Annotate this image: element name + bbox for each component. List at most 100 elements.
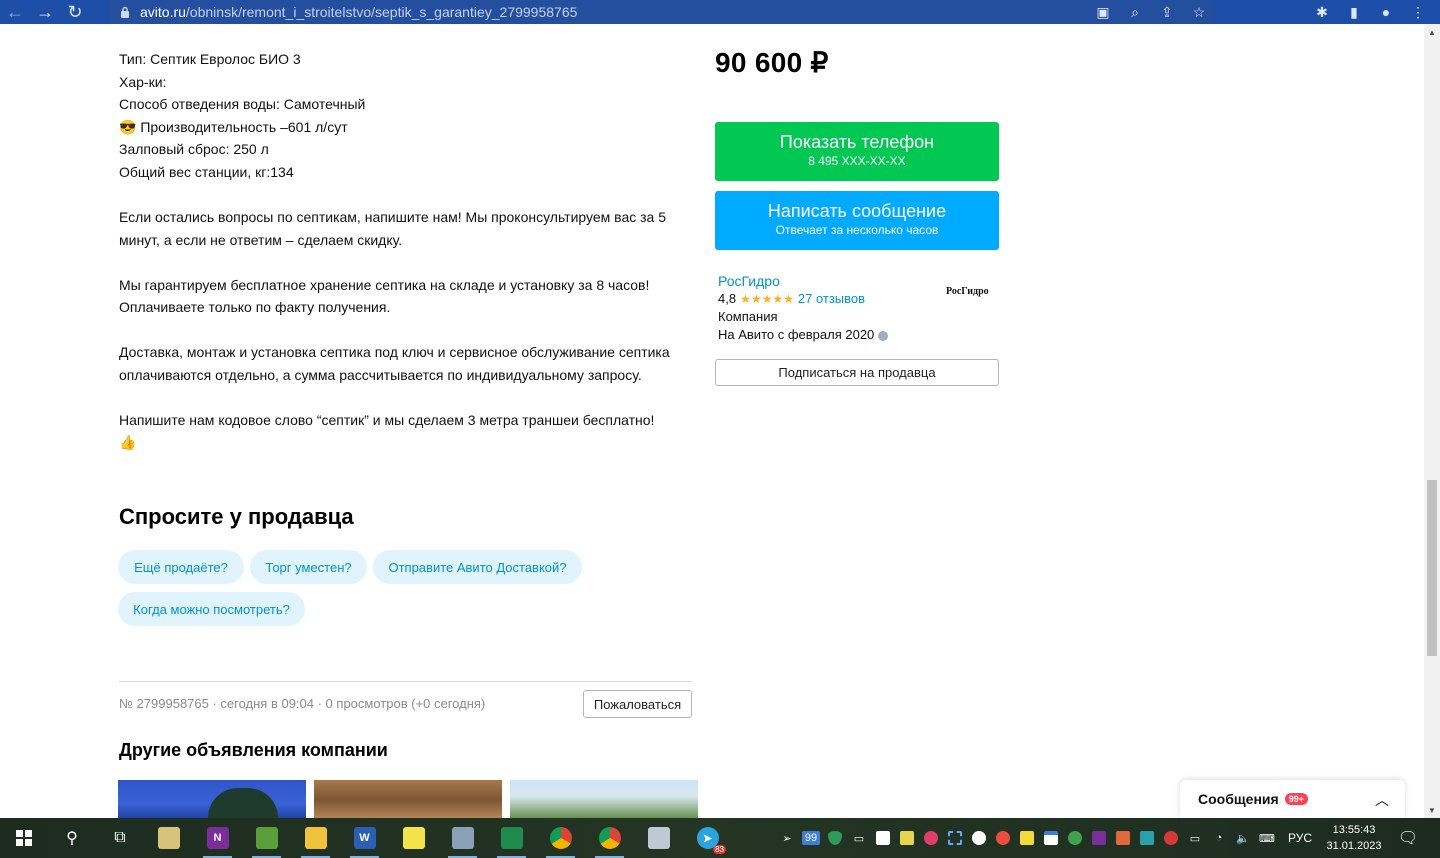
- tray-counter: 99: [801, 831, 821, 845]
- scroll-up-arrow-icon[interactable]: ▲: [1424, 28, 1440, 38]
- reload-icon[interactable]: ↻: [60, 0, 90, 24]
- notes-tray-icon[interactable]: [1015, 818, 1039, 858]
- antivirus-tray-icon[interactable]: [1159, 818, 1183, 858]
- page-scrollbar[interactable]: ▲ ▼: [1424, 24, 1440, 818]
- show-phone-button[interactable]: Показать телефон 8 495 XXX-XX-XX: [715, 122, 999, 181]
- side-panel-icon[interactable]: ▮: [1338, 0, 1370, 24]
- response-time: Отвечает за несколько часов: [775, 223, 939, 237]
- volume-icon[interactable]: 🔈: [1231, 818, 1255, 858]
- price: 90 600 ₽: [715, 47, 829, 78]
- description-line: Способ отведения воды: Самотечный: [119, 96, 366, 113]
- description-line: Залповый сброс: 250 л: [119, 141, 269, 158]
- zoom-icon[interactable]: ⌕: [1119, 0, 1151, 24]
- tray-counter-icon[interactable]: 99: [799, 818, 823, 858]
- quick-question-chip[interactable]: Ещё продаёте?: [118, 550, 244, 584]
- bookmark-star-icon[interactable]: ☆: [1183, 0, 1215, 24]
- taskbar-app-notepad[interactable]: [144, 818, 193, 858]
- keyboard-icon[interactable]: ⌨: [1255, 818, 1279, 858]
- ad-meta-info: № 2799958765 · сегодня в 09:04 · 0 просм…: [119, 696, 486, 711]
- shield-icon[interactable]: [823, 818, 847, 858]
- taskbar-app-excel[interactable]: [487, 818, 536, 858]
- extensions-icon[interactable]: ✱: [1306, 0, 1338, 24]
- record-icon[interactable]: [919, 818, 943, 858]
- ask-seller-title: Спросите у продавца: [119, 504, 354, 529]
- profile-icon[interactable]: ●: [1370, 0, 1402, 24]
- app-tray-icon[interactable]: [1111, 818, 1135, 858]
- description-paragraph: Доставка, монтаж и установка септика под…: [119, 344, 670, 383]
- taskbar-app-chrome-2[interactable]: [585, 818, 634, 858]
- seller-logo[interactable]: РосГидро: [946, 286, 989, 297]
- scroll-down-arrow-icon[interactable]: ▼: [1424, 806, 1440, 816]
- steam-icon[interactable]: [967, 818, 991, 858]
- description-line: Общий вес станции, кг:134: [119, 163, 294, 180]
- battery-icon[interactable]: ▭: [1183, 818, 1207, 858]
- telegram-badge: 83: [713, 845, 726, 854]
- page-content: Тип: Септик Евролос БИО 3 Хар-ки: Способ…: [0, 24, 1424, 818]
- quick-question-chip[interactable]: Отправите Авито Доставкой?: [373, 550, 582, 584]
- quick-question-chip[interactable]: Когда можно посмотреть?: [118, 592, 305, 626]
- notification-center-icon[interactable]: 🗨: [1392, 818, 1424, 858]
- other-ad-thumbnail[interactable]: [510, 780, 698, 818]
- sync-tray-icon[interactable]: [1063, 818, 1087, 858]
- window-tray-icon[interactable]: [1039, 818, 1063, 858]
- star-rating-icon: ★★★★★: [740, 292, 794, 306]
- address-bar[interactable]: avito.ru/obninsk/remont_i_stroitelstvo/s…: [110, 0, 1215, 24]
- description-paragraph: Если остались вопросы по септикам, напиш…: [119, 208, 667, 248]
- taskbar-app-explorer[interactable]: [291, 818, 340, 858]
- document-icon[interactable]: [871, 818, 895, 858]
- menu-kebab-icon[interactable]: ⋮: [1402, 0, 1434, 24]
- write-message-button[interactable]: Написать сообщение Отвечает за несколько…: [715, 191, 999, 250]
- subscribe-button[interactable]: Подписаться на продавца: [715, 359, 999, 386]
- description-paragraph: Мы гарантируем бесплатное хранение септи…: [119, 276, 650, 316]
- taskbar-app-onenote[interactable]: N: [193, 818, 242, 858]
- reviews-link[interactable]: 27 отзывов: [798, 290, 865, 308]
- telegram-tray-icon[interactable]: ➢: [775, 818, 799, 858]
- task-view-icon[interactable]: ⧉: [96, 818, 144, 858]
- other-ad-thumbnail[interactable]: [118, 780, 306, 818]
- seller-card: РосГидро 4,8 ★★★★★ 27 отзывов Компания Н…: [718, 272, 999, 344]
- language-indicator[interactable]: РУС: [1288, 818, 1312, 858]
- taskbar-app-telegram[interactable]: ➤ 83: [683, 818, 732, 858]
- messages-widget[interactable]: Сообщения 99+ ︿: [1180, 780, 1405, 818]
- screenshot-icon[interactable]: [943, 818, 967, 858]
- other-ads-title: Другие объявления компании: [119, 740, 388, 760]
- ad-description: Тип: Септик Евролос БИО 3 Хар-ки: Способ…: [119, 48, 699, 454]
- seller-type: Компания: [718, 309, 778, 324]
- taskbar-app-chrome[interactable]: [536, 818, 585, 858]
- description-line: 😎 Производительность –601 л/сут: [119, 118, 348, 135]
- complain-button[interactable]: Пожаловаться: [583, 690, 692, 718]
- divider: [119, 681, 692, 682]
- masked-phone: 8 495 XXX-XX-XX: [808, 154, 906, 168]
- seller-since-text: На Авито с февраля 2020: [718, 327, 875, 342]
- forward-arrow-icon[interactable]: →: [30, 0, 60, 24]
- chevron-up-icon[interactable]: ︿: [1375, 790, 1389, 810]
- show-phone-label: Показать телефон: [779, 132, 935, 152]
- taskbar-app-tool[interactable]: [438, 818, 487, 858]
- unread-badge: 99+: [1284, 793, 1308, 805]
- share-icon[interactable]: ⇪: [1151, 0, 1183, 24]
- wifi-icon[interactable]: ◔: [1207, 818, 1231, 858]
- rating-value: 4,8: [718, 291, 737, 306]
- url-path: /obninsk/remont_i_stroitelstvo/septik_s_…: [185, 4, 578, 20]
- scrollbar-thumb[interactable]: [1427, 480, 1437, 656]
- sticky-note-icon[interactable]: [895, 818, 919, 858]
- fx-tray-icon[interactable]: [1135, 818, 1159, 858]
- search-icon[interactable]: ⚲: [48, 818, 96, 858]
- browser-toolbar: ← → ↻ avito.ru/obninsk/remont_i_stroitel…: [0, 0, 1440, 24]
- quick-question-chip[interactable]: Торг уместен?: [250, 550, 367, 584]
- onenote-tray-icon[interactable]: [1087, 818, 1111, 858]
- url-host: avito.ru: [140, 4, 186, 20]
- taskbar-app-sticky-notes[interactable]: [389, 818, 438, 858]
- monitor-icon[interactable]: ▭: [847, 818, 871, 858]
- taskbar-app-calculator[interactable]: [634, 818, 683, 858]
- system-tray: ➢ 99 ▭ ▭ ◔ 🔈 ⌨: [775, 818, 1279, 858]
- verified-badge-icon: [878, 330, 889, 341]
- translate-icon[interactable]: ▣: [1087, 0, 1119, 24]
- chrome-tray-icon[interactable]: [991, 818, 1015, 858]
- back-arrow-icon[interactable]: ←: [0, 0, 30, 24]
- other-ad-thumbnail[interactable]: [314, 780, 502, 818]
- system-clock[interactable]: 13:55:43 31.01.2023: [1322, 822, 1386, 854]
- taskbar-app-word[interactable]: W: [340, 818, 389, 858]
- windows-start-icon[interactable]: [0, 818, 48, 858]
- taskbar-app-editor[interactable]: [242, 818, 291, 858]
